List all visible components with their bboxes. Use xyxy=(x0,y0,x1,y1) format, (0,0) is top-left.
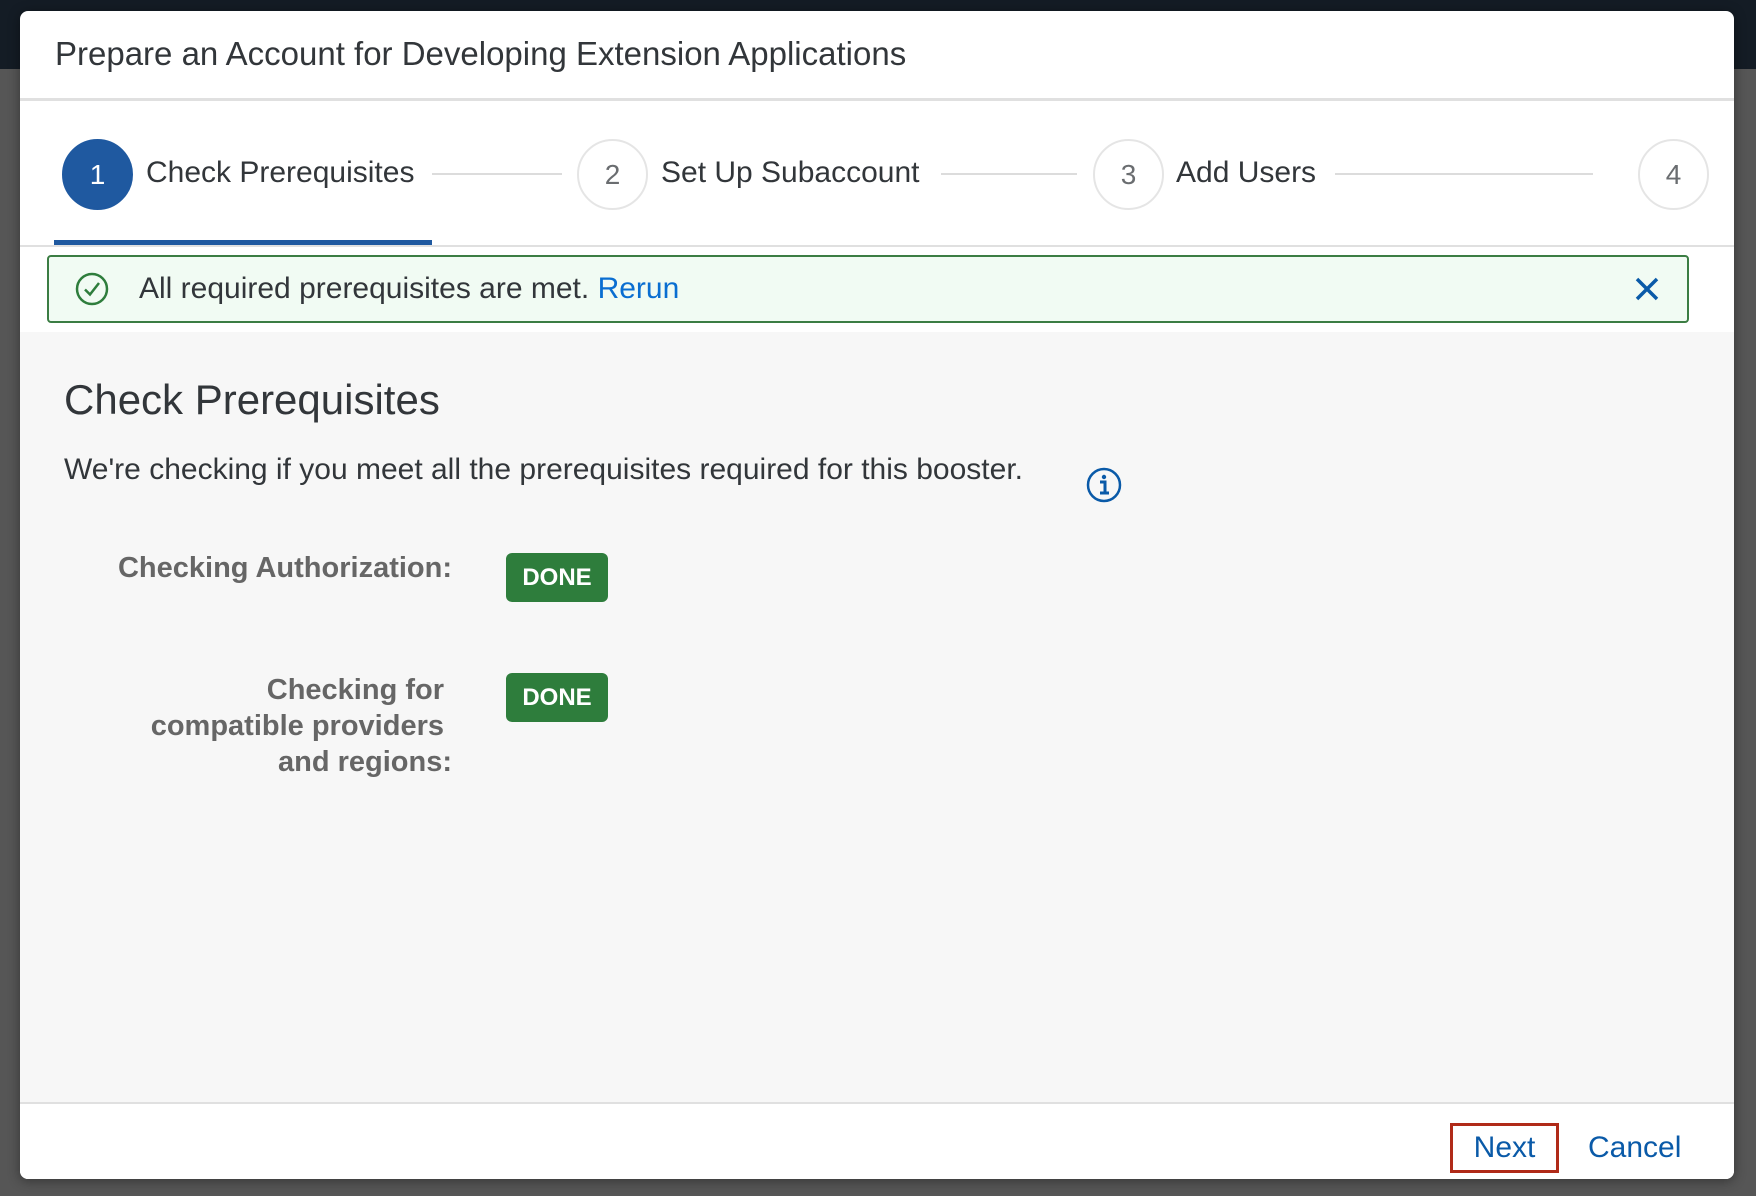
step-3-label[interactable]: Add Users xyxy=(1176,151,1316,195)
step-1-label[interactable]: Check Prerequisites xyxy=(146,151,414,195)
section-description: We're checking if you meet all the prere… xyxy=(64,453,1023,486)
step-3-circle[interactable]: 3 xyxy=(1093,139,1164,210)
info-icon[interactable] xyxy=(1085,466,1123,504)
message-text: All required prerequisites are met. xyxy=(139,272,590,305)
success-message-strip: All required prerequisites are met. Reru… xyxy=(47,255,1689,323)
step-1-circle[interactable]: 1 xyxy=(62,139,133,210)
check-authorization-label: Checking Authorization: xyxy=(117,552,452,584)
step-connector xyxy=(432,173,562,175)
step-2-label[interactable]: Set Up Subaccount xyxy=(661,151,920,195)
wizard-dialog: Prepare an Account for Developing Extens… xyxy=(20,11,1734,1179)
header-divider xyxy=(20,98,1734,101)
dialog-footer: Next Cancel xyxy=(20,1104,1734,1179)
step-2-circle[interactable]: 2 xyxy=(577,139,648,210)
step-content: Check Prerequisites We're checking if yo… xyxy=(20,332,1734,1104)
check-providers-label: Checking for compatible providers and re… xyxy=(150,674,452,778)
status-badge: DONE xyxy=(506,553,608,602)
step-connector xyxy=(941,173,1077,175)
cancel-button[interactable]: Cancel xyxy=(1588,1123,1681,1173)
step-connector xyxy=(1335,173,1593,175)
rerun-link[interactable]: Rerun xyxy=(598,272,680,305)
next-button[interactable]: Next xyxy=(1450,1123,1559,1173)
step-4-circle[interactable]: 4 xyxy=(1638,139,1709,210)
stepper-divider xyxy=(20,245,1734,247)
success-check-icon xyxy=(75,272,109,306)
status-badge: DONE xyxy=(506,673,608,722)
section-heading: Check Prerequisites xyxy=(64,376,440,423)
dialog-title: Prepare an Account for Developing Extens… xyxy=(55,35,907,72)
close-icon[interactable] xyxy=(1629,271,1665,307)
